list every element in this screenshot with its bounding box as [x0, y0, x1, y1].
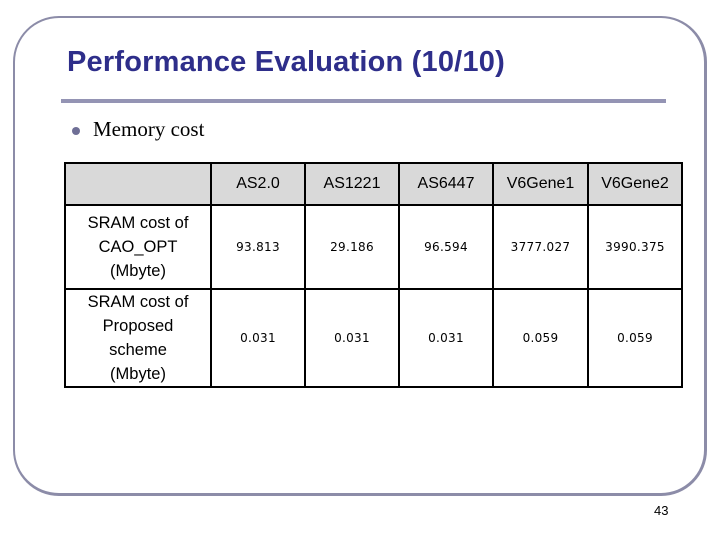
column-header: AS6447 — [398, 162, 494, 206]
column-header: AS1221 — [304, 162, 400, 206]
row-header-line: CAO_OPT — [98, 238, 178, 256]
table-cell: 0.031 — [398, 288, 494, 388]
table-cell: 93.813 — [210, 204, 306, 290]
slide-title: Performance Evaluation (10/10) — [67, 46, 505, 78]
table-cell: 3777.027 — [492, 204, 589, 290]
table-cell: 3990.375 — [587, 204, 683, 290]
table-cell: 96.594 — [398, 204, 494, 290]
row-header-line: Proposed — [102, 317, 174, 335]
table-cell: 0.059 — [587, 288, 683, 388]
row-header-line: scheme — [109, 341, 167, 359]
column-header: V6Gene2 — [587, 162, 683, 206]
table-cell: 0.031 — [210, 288, 306, 388]
table-cell: 0.031 — [304, 288, 400, 388]
table-corner-cell — [64, 162, 212, 206]
table-header-row: AS2.0 AS1221 AS6447 V6Gene1 V6Gene2 — [64, 162, 683, 206]
column-header: V6Gene1 — [492, 162, 589, 206]
table-cell: 0.059 — [492, 288, 589, 388]
row-header-line: (Mbyte) — [110, 365, 166, 383]
table-cell: 29.186 — [304, 204, 400, 290]
row-header-line: SRAM cost of — [87, 214, 189, 232]
title-underline — [61, 99, 666, 103]
column-header: AS2.0 — [210, 162, 306, 206]
row-header: SRAM cost of Proposed scheme (Mbyte) — [64, 288, 212, 388]
bullet-dot-icon — [72, 126, 80, 135]
table-row: SRAM cost of CAO_OPT (Mbyte) 93.813 29.1… — [64, 204, 683, 290]
table-row: SRAM cost of Proposed scheme (Mbyte) 0.0… — [64, 288, 683, 388]
bullet-item: Memory cost — [72, 117, 204, 142]
memory-cost-table: AS2.0 AS1221 AS6447 V6Gene1 V6Gene2 SRAM… — [64, 162, 683, 388]
row-header: SRAM cost of CAO_OPT (Mbyte) — [64, 204, 212, 290]
row-header-line: (Mbyte) — [110, 262, 166, 280]
bullet-text: Memory cost — [93, 117, 205, 141]
page-number: 43 — [654, 503, 669, 518]
row-header-line: SRAM cost of — [87, 293, 189, 311]
